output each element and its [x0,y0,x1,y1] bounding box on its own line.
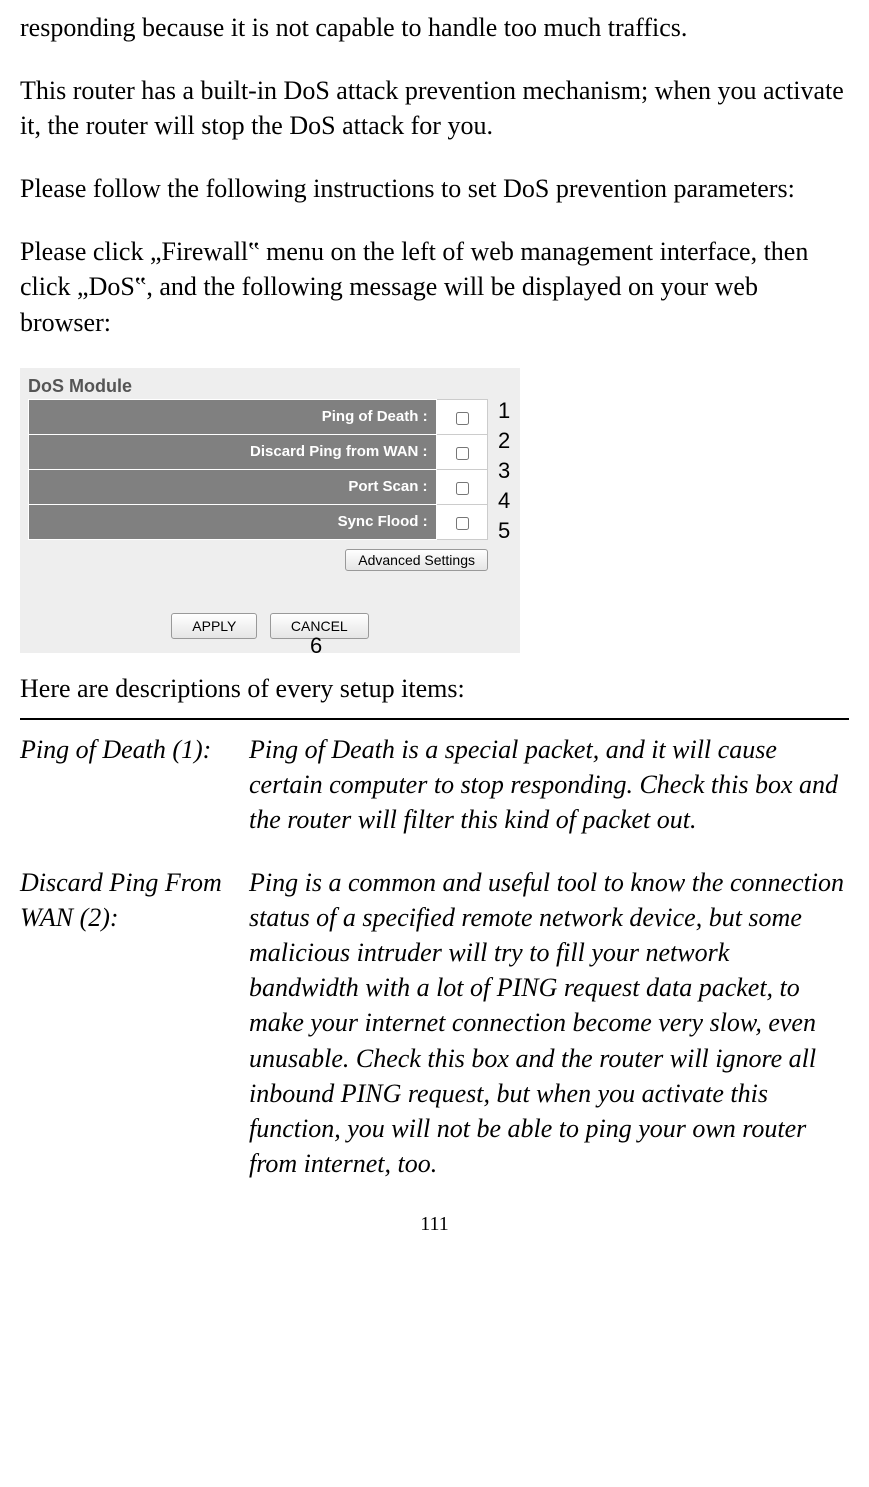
annotation-4: 4 [498,488,510,514]
page-number: 111 [20,1213,849,1236]
apply-button[interactable]: APPLY [171,613,257,639]
row-sync-flood: Sync Flood : [29,504,488,539]
desc-text-ping-of-death: Ping of Death is a special packet, and i… [249,732,849,865]
descriptions-table: Ping of Death (1): Ping of Death is a sp… [20,732,849,1209]
label-sync-flood: Sync Flood : [29,504,437,539]
checkbox-discard-ping[interactable] [456,447,469,460]
paragraph-follow: Please follow the following instructions… [20,171,849,206]
advanced-settings-button[interactable]: Advanced Settings [345,549,488,571]
annotation-1: 1 [498,398,510,424]
dos-module-screenshot: DoS Module Ping of Death : Discard Ping … [20,368,520,653]
label-discard-ping: Discard Ping from WAN : [29,434,437,469]
checkbox-ping-of-death[interactable] [456,412,469,425]
annotation-2: 2 [498,428,510,454]
annotation-5: 5 [498,518,510,544]
label-port-scan: Port Scan : [29,469,437,504]
separator-line [20,718,849,720]
row-ping-of-death: Ping of Death : [29,399,488,434]
desc-text-discard-ping: Ping is a common and useful tool to know… [249,865,849,1209]
row-discard-ping: Discard Ping from WAN : [29,434,488,469]
descriptions-intro: Here are descriptions of every setup ite… [20,671,849,706]
desc-row-ping-of-death: Ping of Death (1): Ping of Death is a sp… [20,732,849,865]
paragraph-builtin: This router has a built-in DoS attack pr… [20,73,849,143]
row-port-scan: Port Scan : [29,469,488,504]
desc-term-discard-ping: Discard Ping From WAN (2): [20,865,249,1209]
paragraph-click-firewall: Please click „Firewall‟ menu on the left… [20,234,849,339]
checkbox-sync-flood[interactable] [456,517,469,530]
paragraph-traffic: responding because it is not capable to … [20,10,849,45]
dos-form-table: Ping of Death : Discard Ping from WAN : … [28,399,488,540]
label-ping-of-death: Ping of Death : [29,399,437,434]
annotation-3: 3 [498,458,510,484]
desc-row-discard-ping: Discard Ping From WAN (2): Ping is a com… [20,865,849,1209]
checkbox-port-scan[interactable] [456,482,469,495]
module-title: DoS Module [28,376,512,397]
desc-term-ping-of-death: Ping of Death (1): [20,732,249,865]
annotation-6: 6 [310,633,322,659]
